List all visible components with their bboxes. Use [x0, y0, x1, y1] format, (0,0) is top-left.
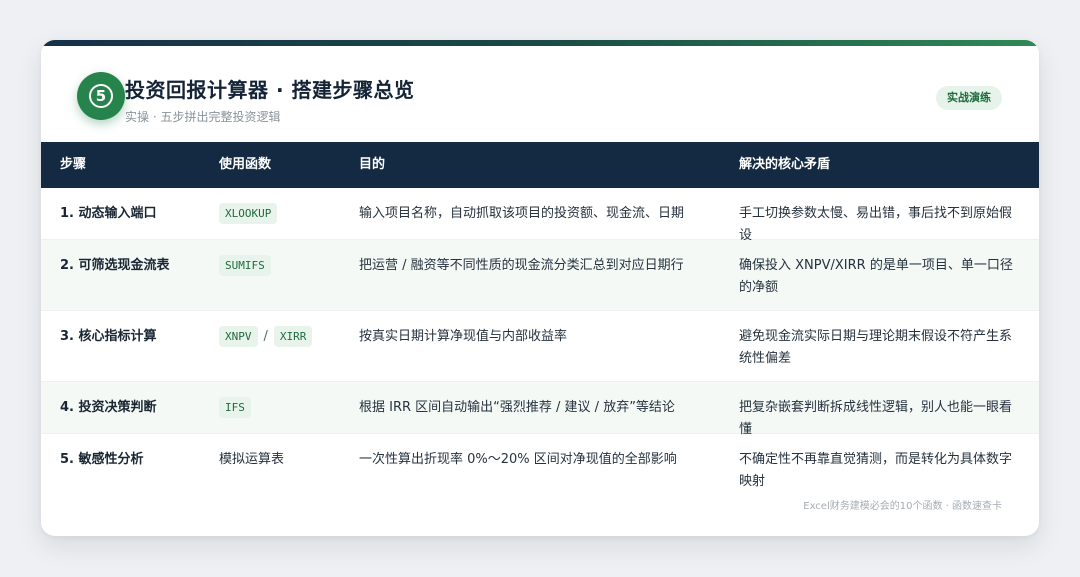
column-header-step: 步骤	[60, 157, 87, 172]
page-title: 投资回报计算器 · 搭建步骤总览	[125, 78, 415, 102]
row-purpose: 把运营 / 融资等不同性质的现金流分类汇总到对应日期行	[359, 258, 684, 273]
row-functions: SUMIFS	[219, 255, 271, 277]
row-purpose: 根据 IRR 区间自动输出“强烈推荐 / 建议 / 放弃”等结论	[359, 400, 675, 415]
row-functions: 模拟运算表	[219, 452, 285, 467]
function-tag: SUMIFS	[219, 255, 271, 276]
step-badge-number: 5	[89, 84, 113, 108]
table-row: 2. 可筛选现金流表 SUMIFS 把运营 / 融资等不同性质的现金流分类汇总到…	[41, 240, 1039, 311]
table-row: 1. 动态输入端口 XLOOKUP 输入项目名称，自动抓取该项目的投资额、现金流…	[41, 188, 1039, 243]
page-subtitle: 实操 · 五步拼出完整投资逻辑	[125, 110, 281, 124]
function-tag: IFS	[219, 397, 251, 418]
column-header-purpose: 目的	[359, 157, 386, 172]
row-step: 2. 可筛选现金流表	[60, 258, 170, 273]
footer-caption: Excel财务建模必会的10个函数 · 函数速查卡	[803, 501, 1002, 512]
table-row: 5. 敏感性分析 模拟运算表 一次性算出折现率 0%～20% 区间对净现值的全部…	[41, 434, 1039, 489]
row-functions: XLOOKUP	[219, 203, 278, 225]
row-functions: XNPV / XIRR	[219, 326, 313, 348]
function-tag: XNPV	[219, 326, 258, 347]
function-separator: /	[263, 329, 268, 344]
table-row: 3. 核心指标计算 XNPV / XIRR 按真实日期计算净现值与内部收益率 避免现…	[41, 311, 1039, 382]
function-tag: XLOOKUP	[219, 203, 278, 224]
row-functions: IFS	[219, 397, 251, 419]
row-step: 1. 动态输入端口	[60, 206, 157, 221]
table-header: 步骤 使用函数 目的 解决的核心矛盾	[41, 142, 1039, 188]
circled-number-icon: 5	[77, 72, 125, 120]
row-conflict: 避免现金流实际日期与理论期末假设不符产生系统性偏差	[739, 329, 1013, 366]
accent-top-bar	[41, 40, 1039, 46]
function-tag: XIRR	[273, 326, 313, 347]
row-purpose: 按真实日期计算净现值与内部收益率	[359, 329, 568, 344]
practice-badge: 实战演练	[936, 86, 1002, 110]
row-step: 3. 核心指标计算	[60, 329, 157, 344]
overview-card: 5 投资回报计算器 · 搭建步骤总览 实操 · 五步拼出完整投资逻辑 实战演练 …	[41, 40, 1039, 536]
column-header-conflict: 解决的核心矛盾	[739, 157, 831, 172]
column-header-functions: 使用函数	[219, 157, 272, 172]
row-step: 5. 敏感性分析	[60, 452, 144, 467]
row-conflict: 确保投入 XNPV/XIRR 的是单一项目、单一口径的净额	[739, 258, 1013, 295]
row-conflict: 不确定性不再靠直觉猜测，而是转化为具体数字映射	[739, 452, 1013, 489]
row-step: 4. 投资决策判断	[60, 400, 157, 415]
table-row: 4. 投资决策判断 IFS 根据 IRR 区间自动输出“强烈推荐 / 建议 / …	[41, 382, 1039, 437]
row-purpose: 输入项目名称，自动抓取该项目的投资额、现金流、日期	[359, 206, 685, 221]
row-purpose: 一次性算出折现率 0%～20% 区间对净现值的全部影响	[359, 452, 677, 467]
steps-table: 步骤 使用函数 目的 解决的核心矛盾 1. 动态输入端口 XLOOKUP 输入项…	[41, 142, 1039, 489]
